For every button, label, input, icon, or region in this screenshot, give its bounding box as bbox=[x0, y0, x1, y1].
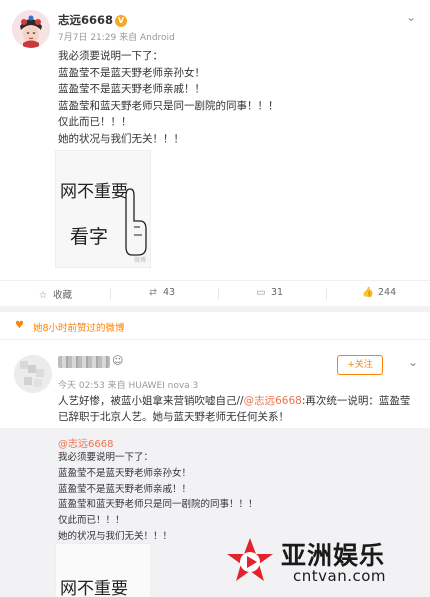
author-name[interactable]: 志远6668 V bbox=[58, 12, 128, 28]
avatar[interactable] bbox=[12, 10, 50, 48]
liked-notice-text: 她8小时前赞过的微博 bbox=[33, 323, 125, 334]
post-meta: 7月7日 21:29 来自 Android bbox=[58, 33, 175, 43]
divider bbox=[218, 288, 219, 300]
mention-link[interactable]: @志远6668 bbox=[244, 395, 302, 407]
post-line: 仅此而已！！！ bbox=[58, 116, 132, 128]
post-text: 人艺好惨，被蓝小姐拿来营销吹嘘自己//@志远6668:再次统一说明：蓝盈莹已辞职… bbox=[58, 393, 418, 425]
handwriting-meme-image: 网不重要 bbox=[60, 579, 128, 597]
logo-text-en: cntvan.com bbox=[293, 567, 387, 585]
site-watermark-logo: 亚洲娱乐 cntvan.com bbox=[225, 530, 425, 594]
avatar-image bbox=[12, 10, 50, 48]
chevron-down-icon[interactable]: ⌄ bbox=[408, 355, 418, 369]
author-name-blurred[interactable] bbox=[58, 356, 110, 368]
blurred-avatar-image bbox=[14, 355, 52, 393]
repost-count: 43 bbox=[163, 287, 176, 298]
comment-count: 31 bbox=[271, 287, 284, 298]
verified-badge-icon: V bbox=[115, 15, 128, 27]
post-text-part: 人艺好惨，被蓝小姐拿来营销吹嘘自己// bbox=[58, 395, 244, 407]
comment-icon: ▭ bbox=[256, 287, 266, 298]
divider bbox=[110, 288, 111, 300]
favorite-button[interactable]: ☆ 收藏 bbox=[37, 287, 72, 301]
divider bbox=[326, 288, 327, 300]
post-text: 我必须要说明一下了： 蓝盈莹不是蓝天野老师亲孙女！ 蓝盈莹不是蓝天野老师亲戚！！… bbox=[58, 48, 418, 147]
repost-icon: ⇄ bbox=[149, 287, 157, 298]
chevron-down-icon[interactable]: ⌄ bbox=[404, 10, 418, 24]
weibo-post: 志远6668 V 7月7日 21:29 来自 Android ⌄ 我必须要说明一下… bbox=[0, 0, 430, 310]
smile-emoji-icon: ☺ bbox=[112, 354, 124, 367]
action-bar: ☆ 收藏 ⇄ 43 ▭ 31 👍 244 bbox=[0, 280, 430, 306]
post-line: 我必须要说明一下了： bbox=[58, 50, 163, 62]
post-line: 蓝盈莹不是蓝天野老师亲孙女！ bbox=[58, 66, 205, 79]
image-watermark: 微博 bbox=[133, 257, 146, 264]
favorite-label: 收藏 bbox=[53, 290, 73, 301]
follow-button[interactable]: +关注 bbox=[337, 355, 383, 375]
avatar[interactable] bbox=[14, 355, 52, 393]
repost-button[interactable]: ⇄ 43 bbox=[147, 287, 175, 298]
quoted-line: 蓝盈莹不是蓝天野老师亲孙女！ bbox=[58, 467, 192, 479]
like-icon: 👍 bbox=[362, 287, 374, 298]
quoted-image-text: 网不重要 bbox=[60, 579, 128, 597]
like-button[interactable]: 👍 244 bbox=[362, 287, 396, 298]
liked-notice: ♥ 她8小时前赞过的微博 bbox=[0, 312, 430, 340]
image-text-line1: 网不重要 bbox=[60, 182, 128, 202]
quoted-author-link[interactable]: @志远6668 bbox=[58, 435, 113, 450]
quoted-line: 蓝盈莹不是蓝天野老师亲戚！！ bbox=[58, 483, 192, 495]
handwriting-meme-image: 网不重要 看字 bbox=[60, 182, 147, 256]
comment-button[interactable]: ▭ 31 bbox=[255, 287, 284, 298]
post-line: 她的状况与我们无关！！！ bbox=[58, 132, 184, 145]
quoted-line: 蓝盈莹和蓝天野老师只是同一剧院的同事！！！ bbox=[58, 499, 258, 511]
author-name-text[interactable]: 志远6668 bbox=[58, 13, 113, 27]
quoted-image[interactable]: 网不重要 bbox=[55, 543, 151, 597]
image-text-line2: 看字 bbox=[70, 226, 108, 248]
post-line: 蓝盈莹不是蓝天野老师亲戚！！ bbox=[58, 83, 205, 95]
post-image[interactable]: 网不重要 看字 微博 bbox=[55, 150, 151, 268]
quoted-line: 仅此而已！！！ bbox=[58, 515, 125, 527]
post-meta: 今天 02:53 来自 HUAWEI nova 3 bbox=[58, 381, 199, 391]
quoted-line: 我必须要说明一下了： bbox=[58, 452, 154, 463]
logo-mark-icon bbox=[227, 538, 273, 581]
favorite-icon: ☆ bbox=[38, 290, 48, 301]
post-line: 蓝盈莹和蓝天野老师只是同一剧院的同事！！！ bbox=[58, 99, 279, 112]
heart-icon: ♥ bbox=[15, 320, 24, 331]
like-count: 244 bbox=[378, 287, 397, 298]
